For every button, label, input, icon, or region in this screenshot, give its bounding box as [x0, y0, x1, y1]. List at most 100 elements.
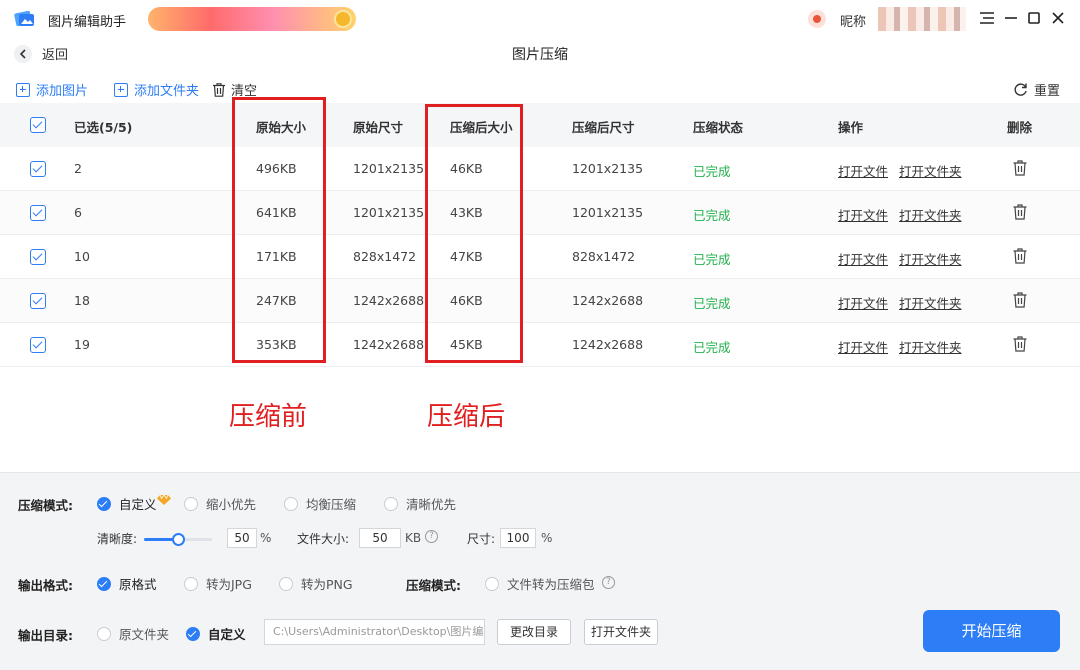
mode-option-smaller[interactable]: 缩小优先: [184, 494, 256, 513]
open-folder-link[interactable]: 打开文件夹: [899, 293, 962, 312]
open-folder-link[interactable]: 打开文件夹: [899, 161, 962, 180]
open-folder-button[interactable]: 打开文件夹: [584, 619, 658, 645]
trash-icon: [213, 82, 226, 97]
open-file-link[interactable]: 打开文件: [838, 293, 888, 312]
status-badge: 已完成: [693, 208, 731, 223]
open-file-link[interactable]: 打开文件: [838, 249, 888, 268]
filesize-input[interactable]: 50: [359, 528, 401, 548]
app-logo-icon: [14, 10, 34, 27]
open-folder-link[interactable]: 打开文件夹: [899, 205, 962, 224]
row-checkbox[interactable]: [30, 205, 46, 221]
row-checkbox[interactable]: [30, 337, 46, 353]
maximize-icon[interactable]: [1025, 9, 1043, 27]
mode-option-clarity[interactable]: 清晰优先: [384, 494, 456, 513]
start-compress-button[interactable]: 开始压缩: [923, 610, 1060, 652]
original-dimensions: 828x1472: [353, 249, 417, 264]
table-header: 已选(5/5) 原始大小 原始尺寸 压缩后大小 压缩后尺寸 压缩状态 操作 删除: [0, 103, 1080, 147]
page-title: 图片压缩: [512, 47, 568, 63]
compression-mode-label: 压缩模式:: [18, 498, 73, 513]
diamond-vip-icon: [156, 493, 171, 505]
format-option-jpg[interactable]: 转为JPG: [184, 574, 252, 593]
row-checkbox[interactable]: [30, 161, 46, 177]
open-file-link[interactable]: 打开文件: [838, 205, 888, 224]
open-folder-link[interactable]: 打开文件夹: [899, 337, 962, 356]
help-icon[interactable]: ?: [602, 576, 615, 589]
mode-option-custom[interactable]: 自定义: [97, 493, 171, 513]
radio-icon: [97, 626, 111, 641]
status-badge: 已完成: [693, 164, 731, 179]
add-image-button[interactable]: 添加图片: [16, 80, 88, 99]
avatar[interactable]: [808, 10, 826, 28]
help-icon[interactable]: ?: [425, 530, 438, 543]
add-folder-icon: [114, 82, 129, 97]
filesize-unit: KB: [405, 531, 422, 545]
change-dir-button[interactable]: 更改目录: [497, 619, 571, 645]
menu-icon[interactable]: [978, 9, 996, 27]
delete-icon[interactable]: [1013, 292, 1027, 308]
refresh-icon: [1014, 83, 1027, 96]
clarity-label: 清晰度:: [97, 532, 138, 546]
delete-icon[interactable]: [1013, 248, 1027, 264]
dimension-unit: %: [541, 531, 553, 545]
output-dir-label: 输出目录:: [18, 628, 73, 643]
original-dimensions: 1242x2688: [353, 293, 425, 308]
select-all-checkbox[interactable]: [30, 117, 46, 133]
format-original-label: 原格式: [119, 577, 157, 592]
annotation-before: 压缩前: [229, 402, 308, 432]
title-bar: 图片编辑助手 昵称: [0, 0, 1080, 38]
dimension-input[interactable]: 100: [500, 528, 536, 548]
close-icon[interactable]: [1049, 9, 1067, 27]
minimize-icon[interactable]: [1002, 9, 1020, 27]
output-option-custom[interactable]: 自定义: [186, 624, 246, 643]
clarity-input[interactable]: 50: [227, 528, 257, 548]
open-file-link[interactable]: 打开文件: [838, 337, 888, 356]
pack-option-zip[interactable]: 文件转为压缩包: [485, 574, 595, 593]
table-row: 6 641KB 1201x2135 43KB 1201x2135 已完成 打开文…: [0, 191, 1080, 235]
delete-icon[interactable]: [1013, 204, 1027, 220]
format-option-png[interactable]: 转为PNG: [279, 574, 353, 593]
open-file-link[interactable]: 打开文件: [838, 161, 888, 180]
add-folder-button[interactable]: 添加文件夹: [114, 80, 199, 99]
open-folder-link[interactable]: 打开文件夹: [899, 249, 962, 268]
row-checkbox[interactable]: [30, 249, 46, 265]
reset-label: 重置: [1033, 84, 1060, 99]
nickname-value-blurred: [878, 7, 966, 31]
delete-icon[interactable]: [1013, 336, 1027, 352]
file-name: 19: [74, 337, 90, 352]
output-option-original[interactable]: 原文件夹: [97, 624, 169, 643]
format-png-label: 转为PNG: [301, 577, 353, 592]
col-original-dimensions: 原始尺寸: [353, 120, 404, 135]
output-format-label: 输出格式:: [18, 578, 73, 593]
delete-icon[interactable]: [1013, 160, 1027, 176]
radio-icon: [485, 576, 499, 591]
file-name: 6: [74, 205, 82, 220]
add-image-icon: [16, 82, 30, 97]
promo-banner[interactable]: [148, 7, 356, 31]
compressed-dimensions: 1242x2688: [572, 293, 644, 308]
output-custom-label: 自定义: [208, 627, 246, 642]
mode-option-balanced[interactable]: 均衡压缩: [284, 494, 356, 513]
compressed-dimensions: 1242x2688: [572, 337, 644, 352]
clarity-slider-handle[interactable]: [171, 533, 185, 546]
mode-custom-label: 自定义: [119, 497, 157, 512]
row-checkbox[interactable]: [30, 293, 46, 309]
filesize-label: 文件大小:: [297, 532, 350, 546]
add-folder-label: 添加文件夹: [134, 84, 200, 99]
format-option-original[interactable]: 原格式: [97, 574, 157, 593]
highlight-box-original: [232, 97, 326, 363]
original-dimensions: 1201x2135: [353, 205, 425, 220]
status-badge: 已完成: [693, 252, 731, 267]
output-path-field[interactable]: C:\Users\Administrator\Desktop\图片编辑: [264, 619, 485, 645]
original-dimensions: 1242x2688: [353, 337, 425, 352]
dimension-label: 尺寸:: [467, 532, 496, 546]
coin-icon: [334, 10, 352, 28]
radio-checked-icon: [97, 576, 111, 591]
clarity-unit: %: [260, 531, 272, 545]
radio-icon: [279, 576, 293, 591]
highlight-box-compressed: [425, 104, 523, 363]
table-row: 2 496KB 1201x2135 46KB 1201x2135 已完成 打开文…: [0, 147, 1080, 191]
col-actions: 操作: [838, 120, 864, 135]
col-selected: 已选(5/5): [74, 120, 133, 135]
reset-button[interactable]: 重置: [1013, 80, 1060, 99]
nickname-label: 昵称: [840, 15, 867, 30]
